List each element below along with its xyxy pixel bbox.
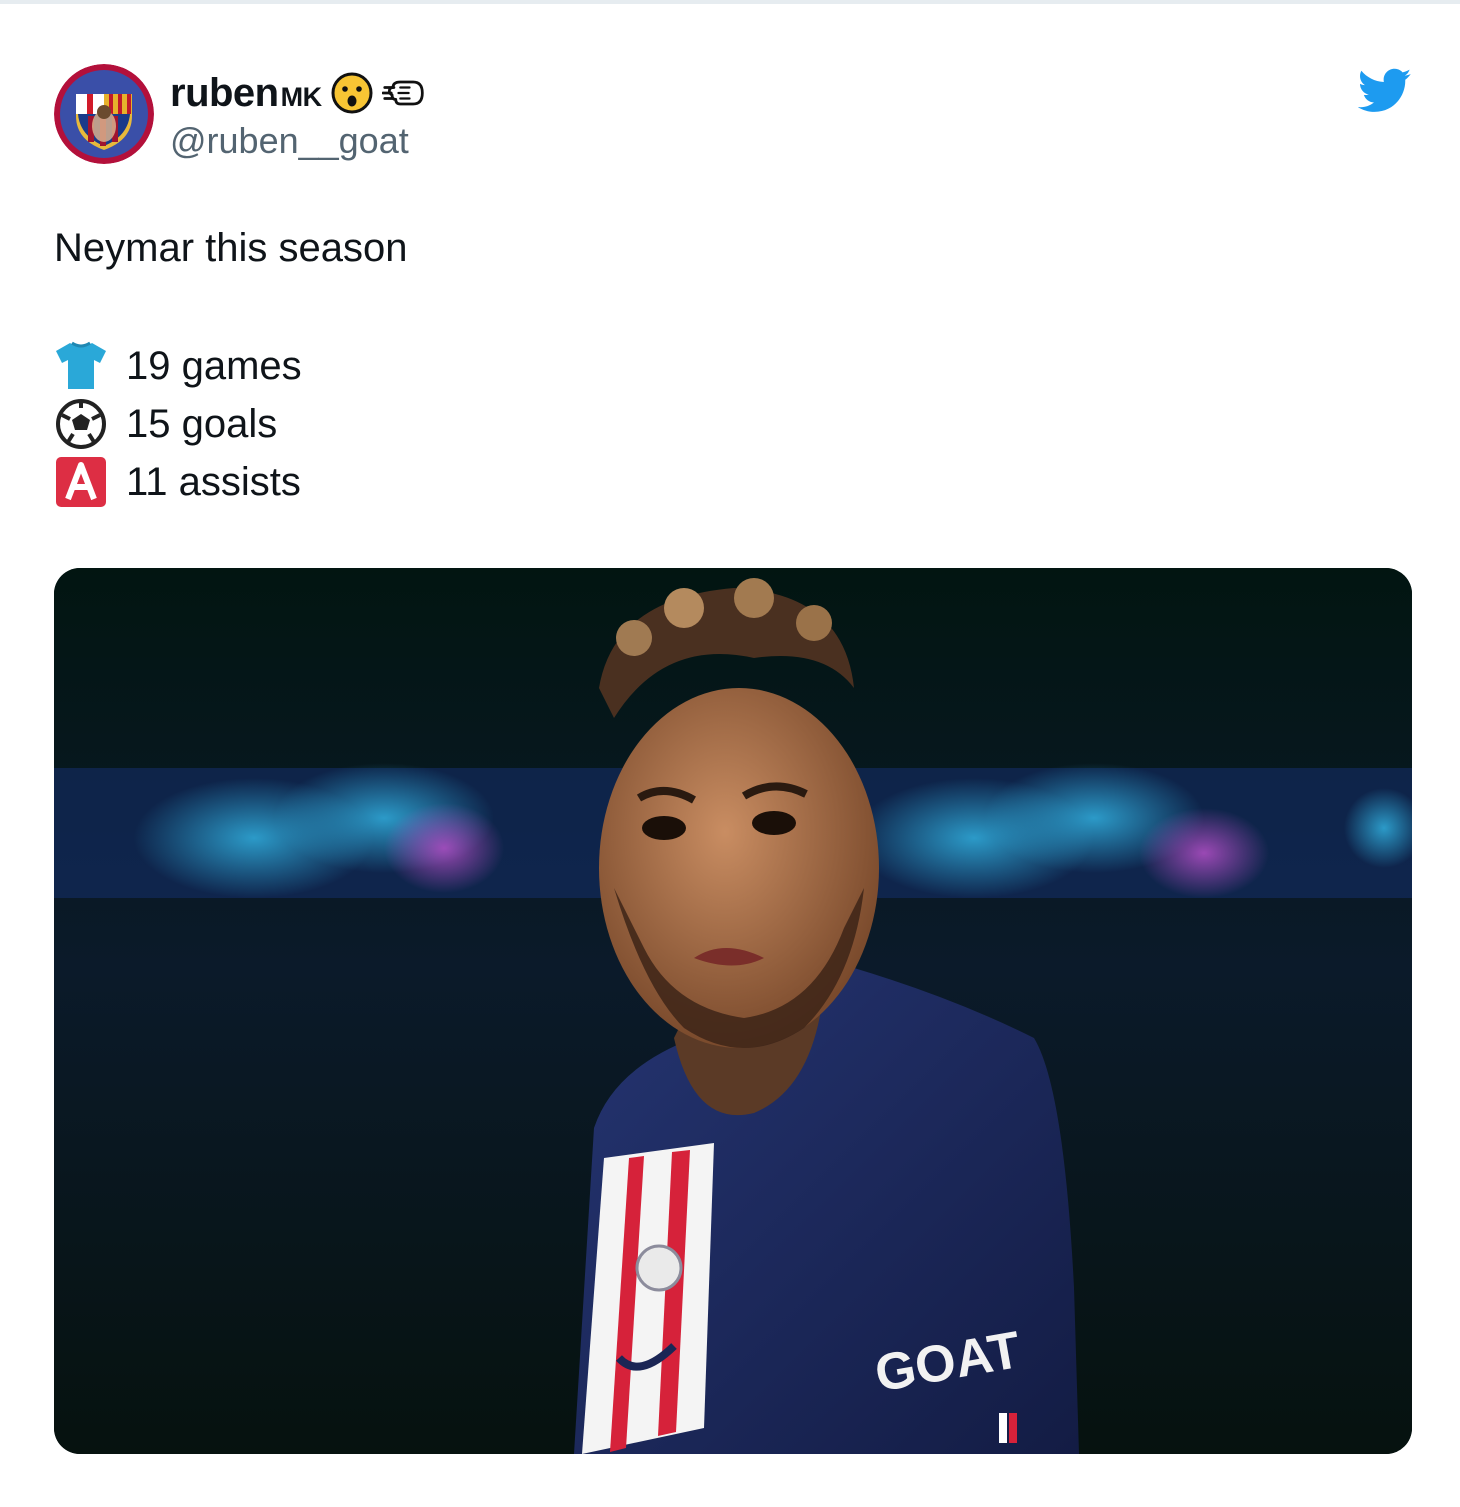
author-handle[interactable]: @ruben__goat bbox=[170, 120, 409, 162]
tweet-text: Neymar this season bbox=[54, 226, 408, 270]
stat-games: 19 games bbox=[54, 337, 302, 395]
author-name-row[interactable]: rubenMK bbox=[170, 70, 426, 116]
letter-a-icon bbox=[54, 455, 108, 509]
soccer-ball-icon bbox=[54, 397, 108, 451]
stat-games-label: 19 games bbox=[126, 343, 302, 388]
author-display-name[interactable]: rubenMK bbox=[170, 71, 322, 116]
tweet-media-image[interactable]: GOAT bbox=[54, 568, 1412, 1454]
stat-goals-label: 15 goals bbox=[126, 401, 278, 446]
author-avatar[interactable] bbox=[54, 64, 154, 164]
hushed-face-emoji bbox=[330, 71, 374, 115]
twitter-bird-icon[interactable] bbox=[1358, 68, 1412, 114]
tweet-stats-list: 19 games 15 goals 11 assists bbox=[54, 337, 302, 511]
stat-assists: 11 assists bbox=[54, 453, 302, 511]
fc-barcelona-crest-avatar bbox=[54, 64, 154, 164]
right-fist-emoji bbox=[381, 71, 426, 115]
stat-assists-label: 11 assists bbox=[126, 459, 301, 504]
shirt-icon bbox=[54, 339, 108, 393]
player-photo: GOAT bbox=[54, 568, 1412, 1454]
stat-goals: 15 goals bbox=[54, 395, 302, 453]
tweet-card: rubenMK @ruben__goat Neymar this season bbox=[0, 0, 1460, 1507]
display-name-suffix: MK bbox=[280, 81, 323, 112]
